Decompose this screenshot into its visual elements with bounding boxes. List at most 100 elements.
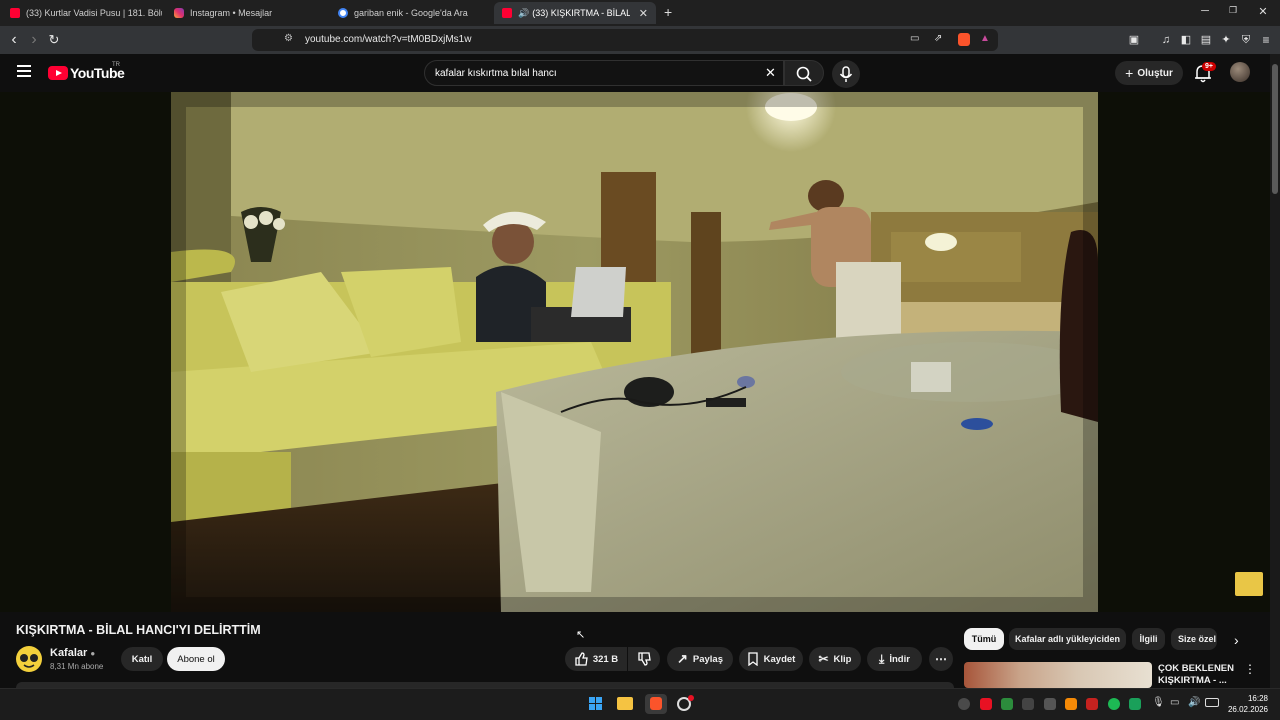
restore-icon[interactable]: ❐ (1226, 5, 1240, 16)
address-bar[interactable]: ⚙ youtube.com/watch?v=tM0BDxjMs1w ▭ ⇗ ▲ (252, 29, 998, 51)
tray-app-icon[interactable] (1065, 698, 1077, 710)
browser-tab[interactable]: gariban enik - Google'da Ara (330, 2, 490, 24)
join-label: Katıl (131, 653, 153, 665)
related-video-thumbnail[interactable] (964, 662, 1152, 688)
search-query-text[interactable]: kafalar kıskırtma bılal hancı (435, 68, 557, 79)
clear-search-icon[interactable]: ✕ (765, 65, 776, 81)
reload-icon[interactable]: ↻ (46, 32, 62, 48)
share-icon[interactable]: ⇗ (934, 33, 942, 44)
account-avatar[interactable] (1230, 62, 1250, 82)
leo-ai-icon[interactable]: ✦ (1218, 32, 1234, 48)
tray-app-icon[interactable] (1086, 698, 1098, 710)
window-close-icon[interactable]: ✕ (1256, 5, 1270, 18)
windows-start-icon[interactable] (589, 697, 603, 711)
dislike-button[interactable] (628, 647, 660, 671)
channel-avatar[interactable] (16, 646, 42, 672)
clock-time: 16:28 (1247, 694, 1268, 703)
forward-icon[interactable]: › (26, 32, 42, 48)
video-player[interactable] (0, 92, 1270, 612)
channel-watermark[interactable] (1235, 572, 1263, 596)
tray-app-icon[interactable] (1001, 698, 1013, 710)
like-button[interactable]: 321 B (565, 647, 627, 671)
sidebar-icon[interactable]: ◧ (1178, 32, 1194, 48)
tray-app-icon[interactable] (1108, 698, 1120, 710)
bookmark-add-icon (748, 652, 758, 666)
create-button[interactable]: + Oluştur (1115, 61, 1183, 85)
close-tab-icon[interactable]: ✕ (639, 7, 648, 20)
clip-label: Klip (833, 653, 852, 665)
channel-name-text: Kafalar (50, 647, 88, 659)
more-actions-button[interactable]: ⋯ (929, 647, 953, 671)
voice-search-button[interactable] (832, 60, 860, 88)
media-icon[interactable]: ♫ (1158, 32, 1174, 48)
search-button[interactable] (784, 60, 824, 86)
screenshot-icon[interactable]: ▣ (1126, 32, 1142, 48)
site-info-icon[interactable]: ⚙ (284, 33, 293, 44)
browser-toolbar: ‹ › ↻ ⚐ ⚙ youtube.com/watch?v=tM0BDxjMs1… (0, 26, 1280, 54)
notification-badge: 9+ (1202, 62, 1216, 71)
display-tray-icon[interactable]: ▭ (1170, 697, 1179, 708)
more-horizontal-icon: ⋯ (935, 652, 947, 666)
brave-rewards-icon[interactable]: ▲ (980, 33, 990, 44)
scissors-icon: ✂ (818, 652, 829, 666)
tray-app-icon[interactable] (980, 698, 992, 710)
battery-icon[interactable] (1205, 698, 1219, 707)
thumbs-down-icon (638, 652, 651, 666)
tray-app-icon[interactable] (958, 698, 970, 710)
join-button[interactable]: Katıl (121, 647, 163, 671)
chevron-right-icon[interactable]: › (1234, 632, 1239, 648)
video-title: KIŞKIRTMA - BİLAL HANCI'YI DELİRTTİM (16, 623, 261, 637)
tray-app-icon[interactable] (1044, 698, 1056, 710)
vpn-icon[interactable]: ⛨ (1238, 32, 1254, 48)
chip-from-uploader[interactable]: Kafalar adlı yükleyiciden (1009, 628, 1126, 650)
menu-icon[interactable]: ≡ (1258, 32, 1274, 48)
chip-related[interactable]: İlgili (1132, 628, 1165, 650)
chip-label: Kafalar adlı yükleyiciden (1014, 634, 1121, 644)
browser-tab[interactable]: Instagram • Mesajlar (166, 2, 326, 24)
microphone-tray-icon[interactable]: 🎙 (1152, 697, 1165, 708)
tray-app-icon[interactable] (1129, 698, 1141, 710)
video-frame[interactable] (171, 92, 1098, 612)
browser-tab-active[interactable]: 🔊 (33) KIŞKIRTMA - BİLAL HANC ✕ (494, 2, 656, 24)
scrollbar-thumb[interactable] (1272, 64, 1278, 194)
download-icon: ⤓ (879, 651, 885, 666)
hamburger-menu-icon[interactable] (17, 65, 31, 77)
search-input[interactable]: kafalar kıskırtma bılal hancı ✕ (424, 60, 784, 86)
google-icon (338, 8, 348, 18)
volume-icon[interactable]: 🔊 (1188, 697, 1200, 708)
taskbar-active-app[interactable] (645, 694, 667, 714)
back-icon[interactable]: ‹ (6, 32, 22, 48)
page-scrollbar[interactable] (1270, 54, 1280, 688)
chip-label: Size özel (1178, 634, 1217, 644)
channel-name[interactable]: Kafalar ● (50, 647, 95, 659)
chip-for-you[interactable]: Size özel (1171, 628, 1217, 650)
minimize-icon[interactable]: ─ (1198, 5, 1212, 17)
youtube-icon (502, 8, 512, 18)
file-explorer-icon[interactable] (617, 697, 633, 710)
url-text[interactable]: youtube.com/watch?v=tM0BDxjMs1w (305, 34, 471, 45)
country-code: TR (112, 62, 120, 68)
subscriber-count: 8,31 Mn abone (50, 662, 104, 671)
chip-all[interactable]: Tümü (964, 628, 1004, 650)
youtube-icon (10, 8, 20, 18)
microphone-icon (839, 66, 853, 82)
mouse-cursor: ↖ (576, 629, 586, 641)
system-clock[interactable]: 16:28 26.02.2026 (1226, 693, 1268, 715)
brave-shields-icon[interactable] (958, 33, 970, 46)
clip-button[interactable]: ✂ Klip (809, 647, 861, 671)
tab-label: (33) KIŞKIRTMA - BİLAL HANC (532, 8, 631, 18)
download-label: İndir (889, 653, 910, 665)
download-button[interactable]: ⤓ İndir (867, 647, 922, 671)
save-button[interactable]: Kaydet (739, 647, 803, 671)
clock-date: 26.02.2026 (1227, 705, 1268, 714)
wallet-icon[interactable]: ▤ (1198, 32, 1214, 48)
tray-app-icon[interactable] (1022, 698, 1034, 710)
related-video-title[interactable]: ÇOK BEKLENEN KIŞKIRTMA - ... (1158, 663, 1238, 687)
share-button[interactable]: ↗ Paylaş (667, 647, 733, 671)
browser-tab[interactable]: (33) Kurtlar Vadisi Pusu | 181. Bölüm | (2, 2, 162, 24)
subscribe-button[interactable]: Abone ol (167, 647, 225, 671)
more-vertical-icon[interactable]: ⋮ (1244, 662, 1256, 676)
new-tab-button[interactable]: + (664, 4, 672, 20)
cast-icon[interactable]: ▭ (910, 33, 919, 44)
tab-label: (33) Kurtlar Vadisi Pusu | 181. Bölüm | (26, 8, 162, 18)
